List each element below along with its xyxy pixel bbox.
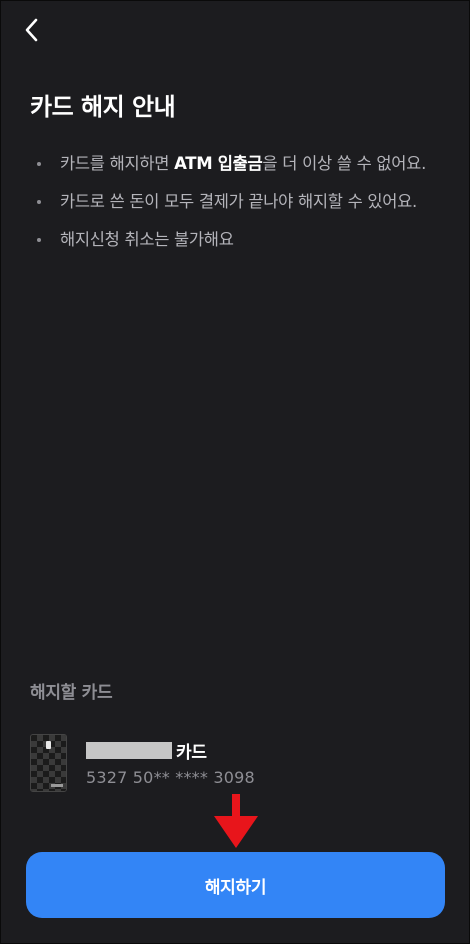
notice-item: 카드를 해지하면 ATM 입출금을 더 이상 쓸 수 없어요. <box>30 149 430 179</box>
annotation-arrow-icon <box>214 794 258 848</box>
card-brand-mark <box>51 784 63 787</box>
page-title: 카드 해지 안내 <box>30 93 176 121</box>
card-row: 카드 5327 50** **** 3098 <box>30 734 430 794</box>
card-name-redaction <box>86 742 172 759</box>
card-name-suffix: 카드 <box>176 743 207 763</box>
notice-text: 카드로 쓴 돈이 모두 결제가 끝나야 해지할 수 있어요. <box>60 192 417 211</box>
notice-text: 해지신청 취소는 불가해요 <box>60 230 234 249</box>
card-number: 5327 50** **** 3098 <box>86 768 255 787</box>
notice-item: 카드로 쓴 돈이 모두 결제가 끝나야 해지할 수 있어요. <box>30 187 430 217</box>
cancel-card-button[interactable]: 해지하기 <box>26 852 445 918</box>
bullet-icon <box>37 238 41 242</box>
notice-text-tail: 을 더 이상 쓸 수 없어요. <box>262 154 427 173</box>
card-thumbnail <box>30 734 67 792</box>
card-chip-icon <box>46 741 51 749</box>
back-button[interactable] <box>17 13 47 47</box>
notice-item: 해지신청 취소는 불가해요 <box>30 225 430 255</box>
notice-emphasis: ATM 입출금 <box>174 154 263 173</box>
card-name: 카드 <box>86 738 207 763</box>
notice-text: 카드를 해지하면 <box>60 154 175 173</box>
card-section-label: 해지할 카드 <box>30 683 113 703</box>
chevron-left-icon <box>25 18 38 42</box>
bullet-icon <box>37 162 41 166</box>
bullet-icon <box>37 200 41 204</box>
notice-list: 카드를 해지하면 ATM 입출금을 더 이상 쓸 수 없어요. 카드로 쓴 돈이… <box>30 149 430 263</box>
